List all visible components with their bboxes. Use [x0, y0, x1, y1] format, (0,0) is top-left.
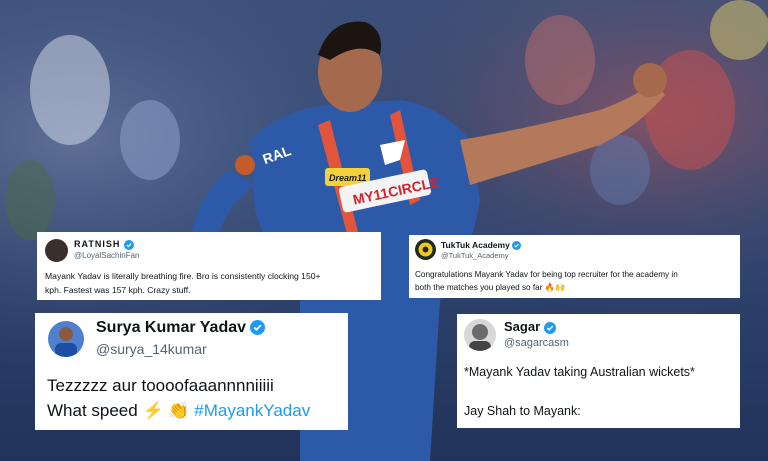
raised-hands-icon: 🙌: [554, 283, 566, 292]
tweet-text-line2: kph. Fastest was 157 kph. Crazy stuff.: [45, 285, 191, 295]
tweet-text-line2: What speed ⚡ 👏 #MayankYadav: [47, 401, 311, 420]
tweet-handle: @TukTuk_Academy: [441, 251, 509, 260]
tweet-author-name: Surya Kumar Yadav: [96, 319, 266, 337]
tuktuk-logo-icon: [418, 242, 433, 257]
tweet-author-name: TukTuk Academy: [441, 240, 522, 251]
tweet-card-ratnish: RATNISH @LoyalSachinFan Mayank Yadav is …: [37, 232, 381, 300]
tweet-text-line2: both the matches you played so far 🔥🙌: [415, 283, 566, 292]
tweet-text-line1: Mayank Yadav is literally breathing fire…: [45, 271, 321, 281]
tweet-text-line1: *Mayank Yadav taking Australian wickets*: [464, 365, 695, 379]
tweet-card-sagar: Sagar @sagarcasm *Mayank Yadav taking Au…: [457, 314, 740, 428]
tweet-handle: @surya_14kumar: [96, 341, 207, 357]
avatar: [45, 239, 68, 262]
avatar: [48, 321, 84, 357]
jersey-sponsor-top: Dream11: [329, 173, 366, 183]
tweet-card-surya: Surya Kumar Yadav @surya_14kumar Tezzzzz…: [35, 313, 348, 430]
tweet-handle: @LoyalSachinFan: [74, 251, 140, 260]
avatar: [415, 239, 436, 260]
avatar: [464, 319, 496, 351]
verified-icon: [543, 321, 556, 334]
clapping-icon: 👏: [168, 401, 190, 420]
lightning-icon: ⚡: [142, 401, 164, 420]
tweet-text-line1: Congratulations Mayank Yadav for being t…: [415, 270, 678, 279]
tweet-author-name: RATNISH: [74, 239, 134, 250]
tweet-handle: @sagarcasm: [504, 337, 569, 349]
fire-icon: 🔥: [544, 283, 555, 292]
tweet-text-line1: Tezzzzz aur toooofaaannnniiiii: [47, 376, 274, 395]
verified-icon: [512, 241, 522, 251]
tweet-text-line2: Jay Shah to Mayank:: [464, 404, 581, 418]
hashtag-link[interactable]: #MayankYadav: [194, 401, 310, 420]
verified-icon: [123, 239, 134, 250]
tweet-card-tuktuk: TukTuk Academy @TukTuk_Academy Congratul…: [409, 235, 740, 298]
tweet-author-name: Sagar: [504, 319, 556, 334]
verified-icon: [250, 320, 266, 336]
